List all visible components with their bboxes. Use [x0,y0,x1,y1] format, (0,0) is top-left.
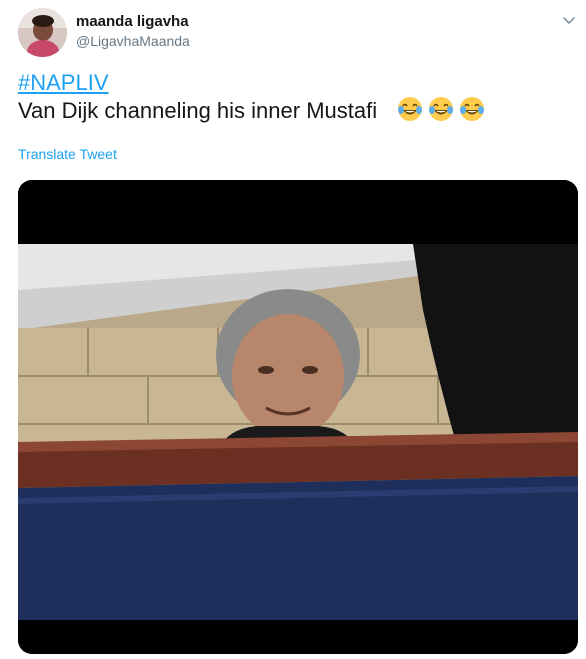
tweet-text: Van Dijk channeling his inner Mustafi [18,98,378,123]
face-with-tears-of-joy-icon [429,97,453,121]
chevron-down-icon[interactable] [561,12,577,28]
tweet-media-image[interactable] [18,180,578,654]
face-with-tears-of-joy-icon [460,97,484,121]
hashtag-link[interactable]: #NAPLIV [18,70,109,96]
author-name[interactable]: maanda ligavha [76,13,189,30]
emoji-group [396,95,486,123]
author-handle[interactable]: @LigavhaMaanda [76,33,190,49]
face-with-tears-of-joy-icon [398,97,422,121]
translate-tweet-link[interactable]: Translate Tweet [18,146,117,162]
avatar[interactable] [18,8,67,57]
